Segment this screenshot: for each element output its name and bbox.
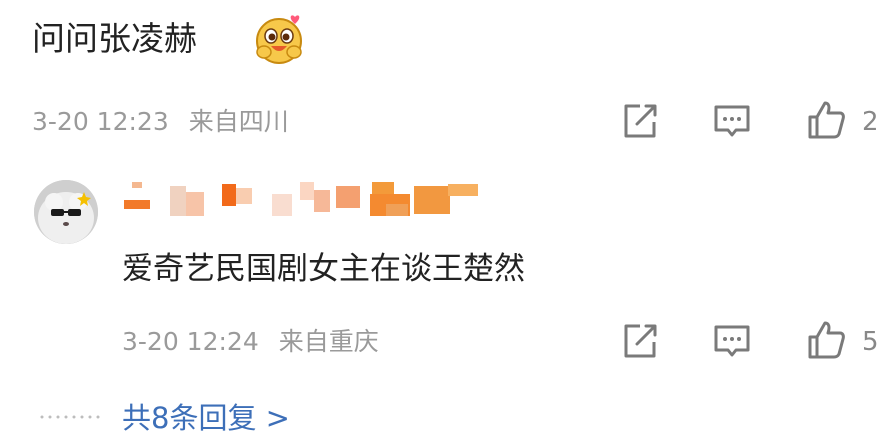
- avatar[interactable]: [34, 180, 98, 244]
- username[interactable]: [122, 182, 482, 226]
- comment-text: 问问张凌赫: [32, 19, 197, 58]
- reply-comment-icon[interactable]: [712, 321, 752, 361]
- comment-icon[interactable]: [712, 101, 752, 141]
- reply-like-icon[interactable]: [806, 320, 846, 360]
- comment-meta: 3-20 12:23 来自四川: [32, 104, 289, 140]
- comment-time: 3-20 12:23: [32, 107, 169, 136]
- like-count: 2: [862, 107, 879, 137]
- like-icon[interactable]: [806, 100, 846, 140]
- comment-location: 来自四川: [188, 107, 289, 136]
- reply-meta: 3-20 12:24 来自重庆: [122, 324, 379, 360]
- reply-location: 来自重庆: [278, 327, 379, 356]
- reply-share-icon[interactable]: [620, 321, 660, 361]
- dotted-divider: [40, 415, 100, 419]
- more-replies-link[interactable]: 共8条回复 >: [122, 398, 290, 438]
- share-icon[interactable]: [620, 101, 660, 141]
- reply-time: 3-20 12:24: [122, 327, 259, 356]
- reply-text: 爱奇艺民国剧女主在谈王楚然: [122, 251, 525, 287]
- hug-emoji-icon: [256, 15, 302, 64]
- reply-like-count: 5: [862, 327, 879, 357]
